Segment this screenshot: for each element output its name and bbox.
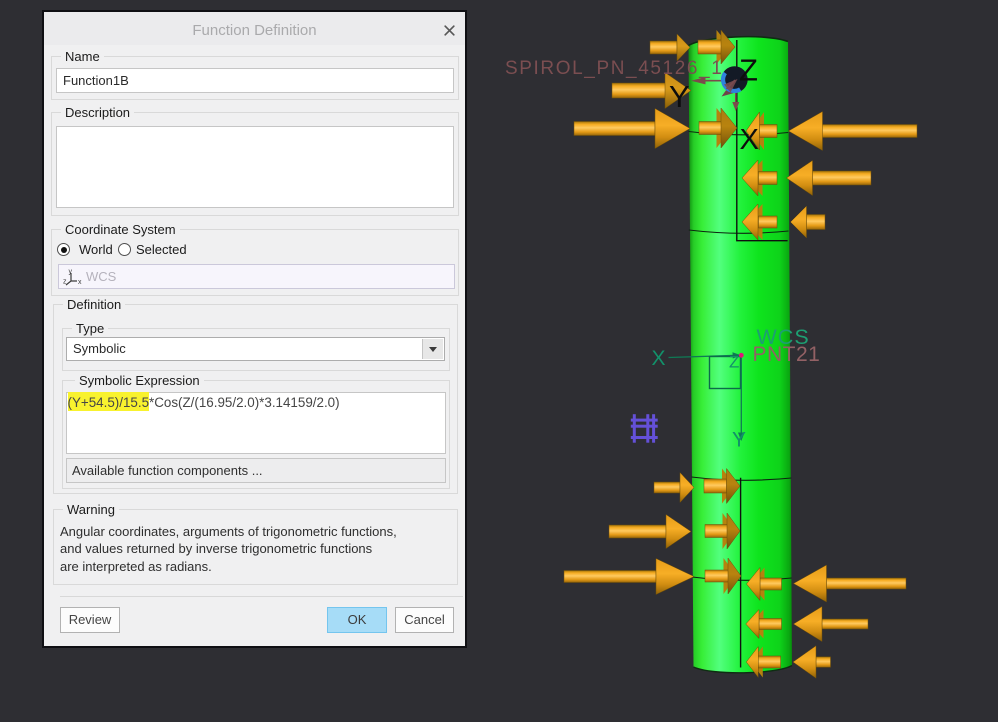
svg-text:Z: Z (739, 53, 758, 88)
svg-text:X: X (652, 347, 666, 370)
svg-text:SPIROL_PN_45126_1: SPIROL_PN_45126_1 (505, 58, 723, 79)
svg-text:x: x (78, 279, 82, 286)
svg-text:X: X (740, 124, 759, 156)
svg-text:Y: Y (669, 79, 690, 114)
svg-text:y: y (69, 269, 73, 276)
svg-text:z: z (63, 279, 67, 286)
svg-text:Y: Y (732, 429, 746, 452)
svg-text:Z: Z (729, 353, 739, 372)
svg-text:PNT21: PNT21 (753, 343, 821, 366)
